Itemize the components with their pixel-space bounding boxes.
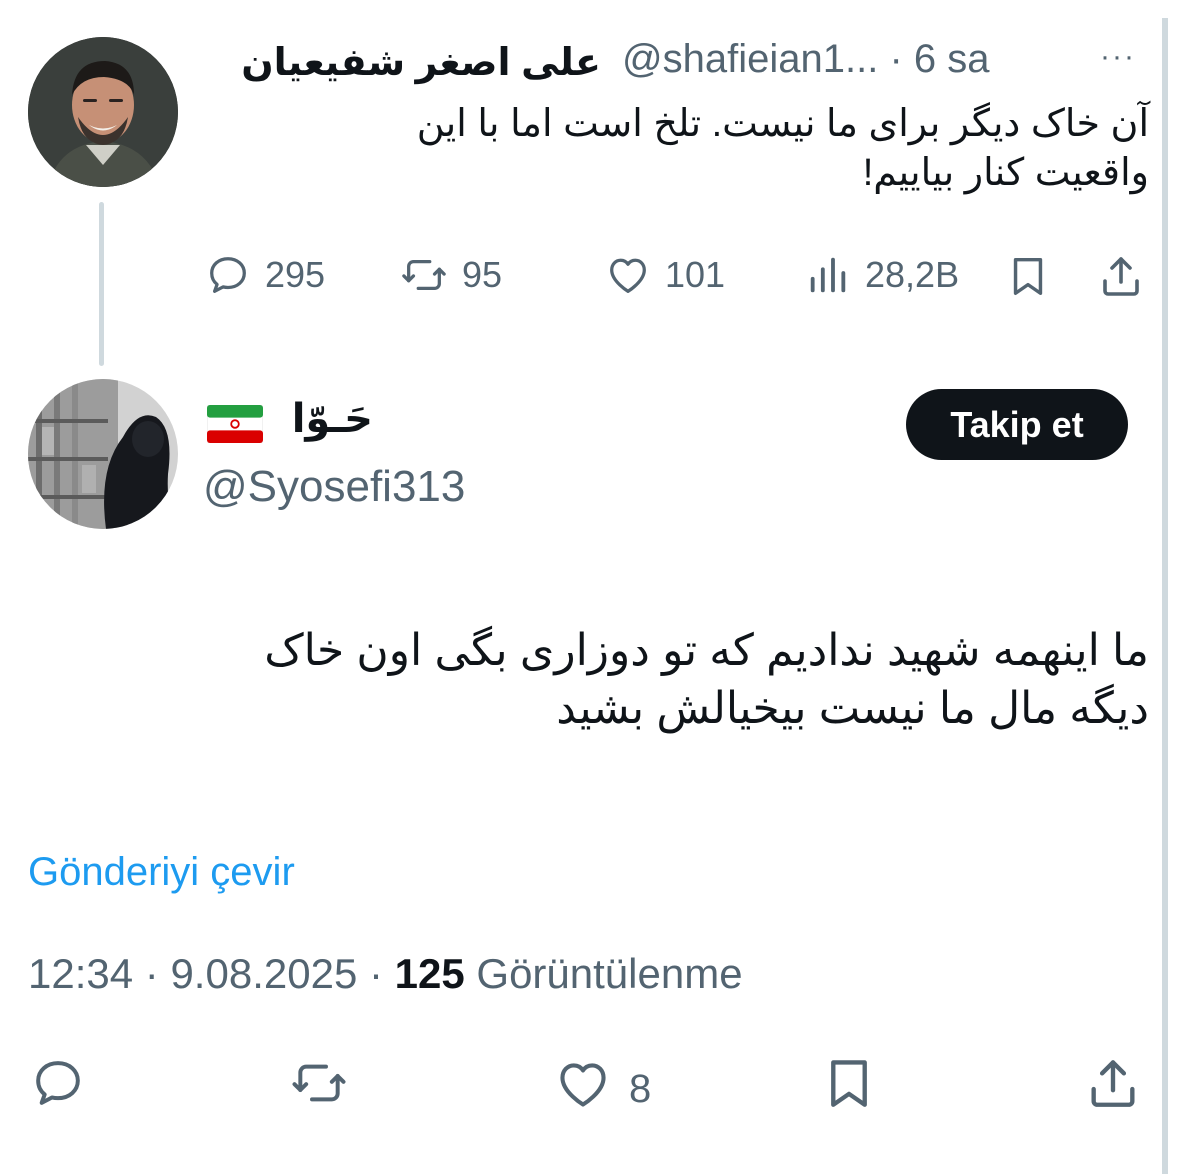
thread-connector-line — [99, 202, 104, 366]
repost-icon — [400, 252, 448, 298]
post-timestamp: 12:34 · 9.08.2025 · 125 Görüntülenme — [28, 950, 743, 998]
translate-post-link[interactable]: Gönderiyi çevir — [28, 850, 295, 895]
parent-post-time[interactable]: 6 sa — [914, 37, 990, 81]
bookmark-icon — [820, 1051, 878, 1125]
views-icon — [805, 252, 851, 298]
like-icon — [553, 1055, 613, 1123]
parent-repost-count: 95 — [462, 254, 503, 295]
parent-bookmark-button[interactable] — [1005, 252, 1051, 300]
repost-button[interactable] — [288, 1055, 350, 1121]
bookmark-button[interactable] — [820, 1051, 878, 1125]
post-time[interactable]: 12:34 — [28, 950, 133, 997]
bookmark-icon — [1005, 252, 1051, 300]
post-date[interactable]: 9.08.2025 — [170, 950, 357, 997]
parent-views-button[interactable]: 28,2B — [805, 252, 959, 298]
parent-tweet-text: آن خاک دیگر برای ما نیست. تلخ است اما با… — [189, 100, 1149, 198]
meta-separator: · — [889, 37, 903, 81]
parent-text-line: آن خاک دیگر برای ما نیست. تلخ است اما با… — [416, 103, 1149, 145]
parent-like-button[interactable]: 101 — [605, 252, 725, 298]
reply-button[interactable] — [30, 1055, 86, 1121]
reply-icon — [30, 1055, 86, 1121]
like-icon — [605, 252, 651, 298]
meta-separator: · — [144, 950, 159, 997]
meta-separator: · — [368, 950, 383, 997]
parent-author-avatar[interactable] — [28, 37, 178, 187]
author-avatar[interactable] — [28, 379, 178, 529]
tweet-text: ما اینهمه شهید ندادیم که تو دوزاری بگی ا… — [49, 622, 1149, 738]
author-handle[interactable]: @Syosefi313 — [203, 462, 465, 512]
author-name[interactable]: حَـوّا — [292, 396, 373, 442]
more-icon[interactable]: ··· — [1100, 40, 1136, 74]
parent-author-handle[interactable]: @shafieian1... — [622, 37, 878, 81]
views-count: 125 — [394, 950, 465, 997]
share-icon — [1097, 252, 1145, 300]
parent-author-name[interactable]: علی اصغر شفیعیان — [241, 40, 601, 85]
share-button[interactable] — [1084, 1052, 1142, 1124]
share-icon — [1084, 1052, 1142, 1124]
parent-like-count: 101 — [665, 254, 726, 295]
parent-share-button[interactable] — [1097, 252, 1145, 300]
parent-repost-button[interactable]: 95 — [400, 252, 502, 298]
repost-icon — [288, 1055, 350, 1121]
iran-flag-icon — [206, 404, 264, 448]
tweet-text-line: دیگه مال ما نیست بیخیالش بشید — [556, 684, 1149, 733]
scrollbar-track[interactable] — [1162, 18, 1168, 1174]
follow-button[interactable]: Takip et — [906, 389, 1128, 460]
views-label: Görüntülenme — [476, 950, 743, 997]
parent-reply-button[interactable]: 295 — [205, 252, 325, 298]
like-button[interactable]: 8 — [553, 1055, 651, 1123]
parent-views-count: 28,2B — [865, 254, 960, 295]
parent-reply-count: 295 — [265, 254, 326, 295]
parent-text-line: واقعیت کنار بیاییم! — [862, 152, 1149, 194]
like-count: 8 — [629, 1066, 652, 1111]
tweet-text-line: ما اینهمه شهید ندادیم که تو دوزاری بگی ا… — [264, 626, 1149, 675]
reply-icon — [205, 252, 251, 298]
